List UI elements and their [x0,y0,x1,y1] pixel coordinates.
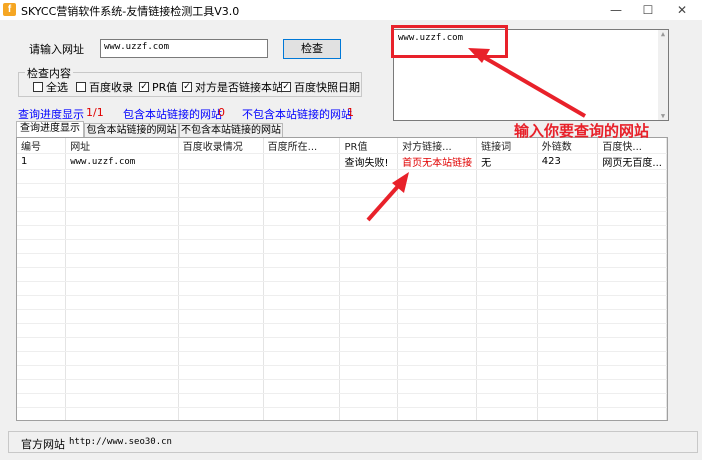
app-window: f SKYCC营销软件系统-友情链接检测工具V3.0 — ☐ ✕ 请输入网址 w… [0,0,702,460]
annotation-arrows [366,48,587,222]
arrow-to-result-icon [366,172,409,222]
arrow-to-memo-icon [468,48,587,118]
